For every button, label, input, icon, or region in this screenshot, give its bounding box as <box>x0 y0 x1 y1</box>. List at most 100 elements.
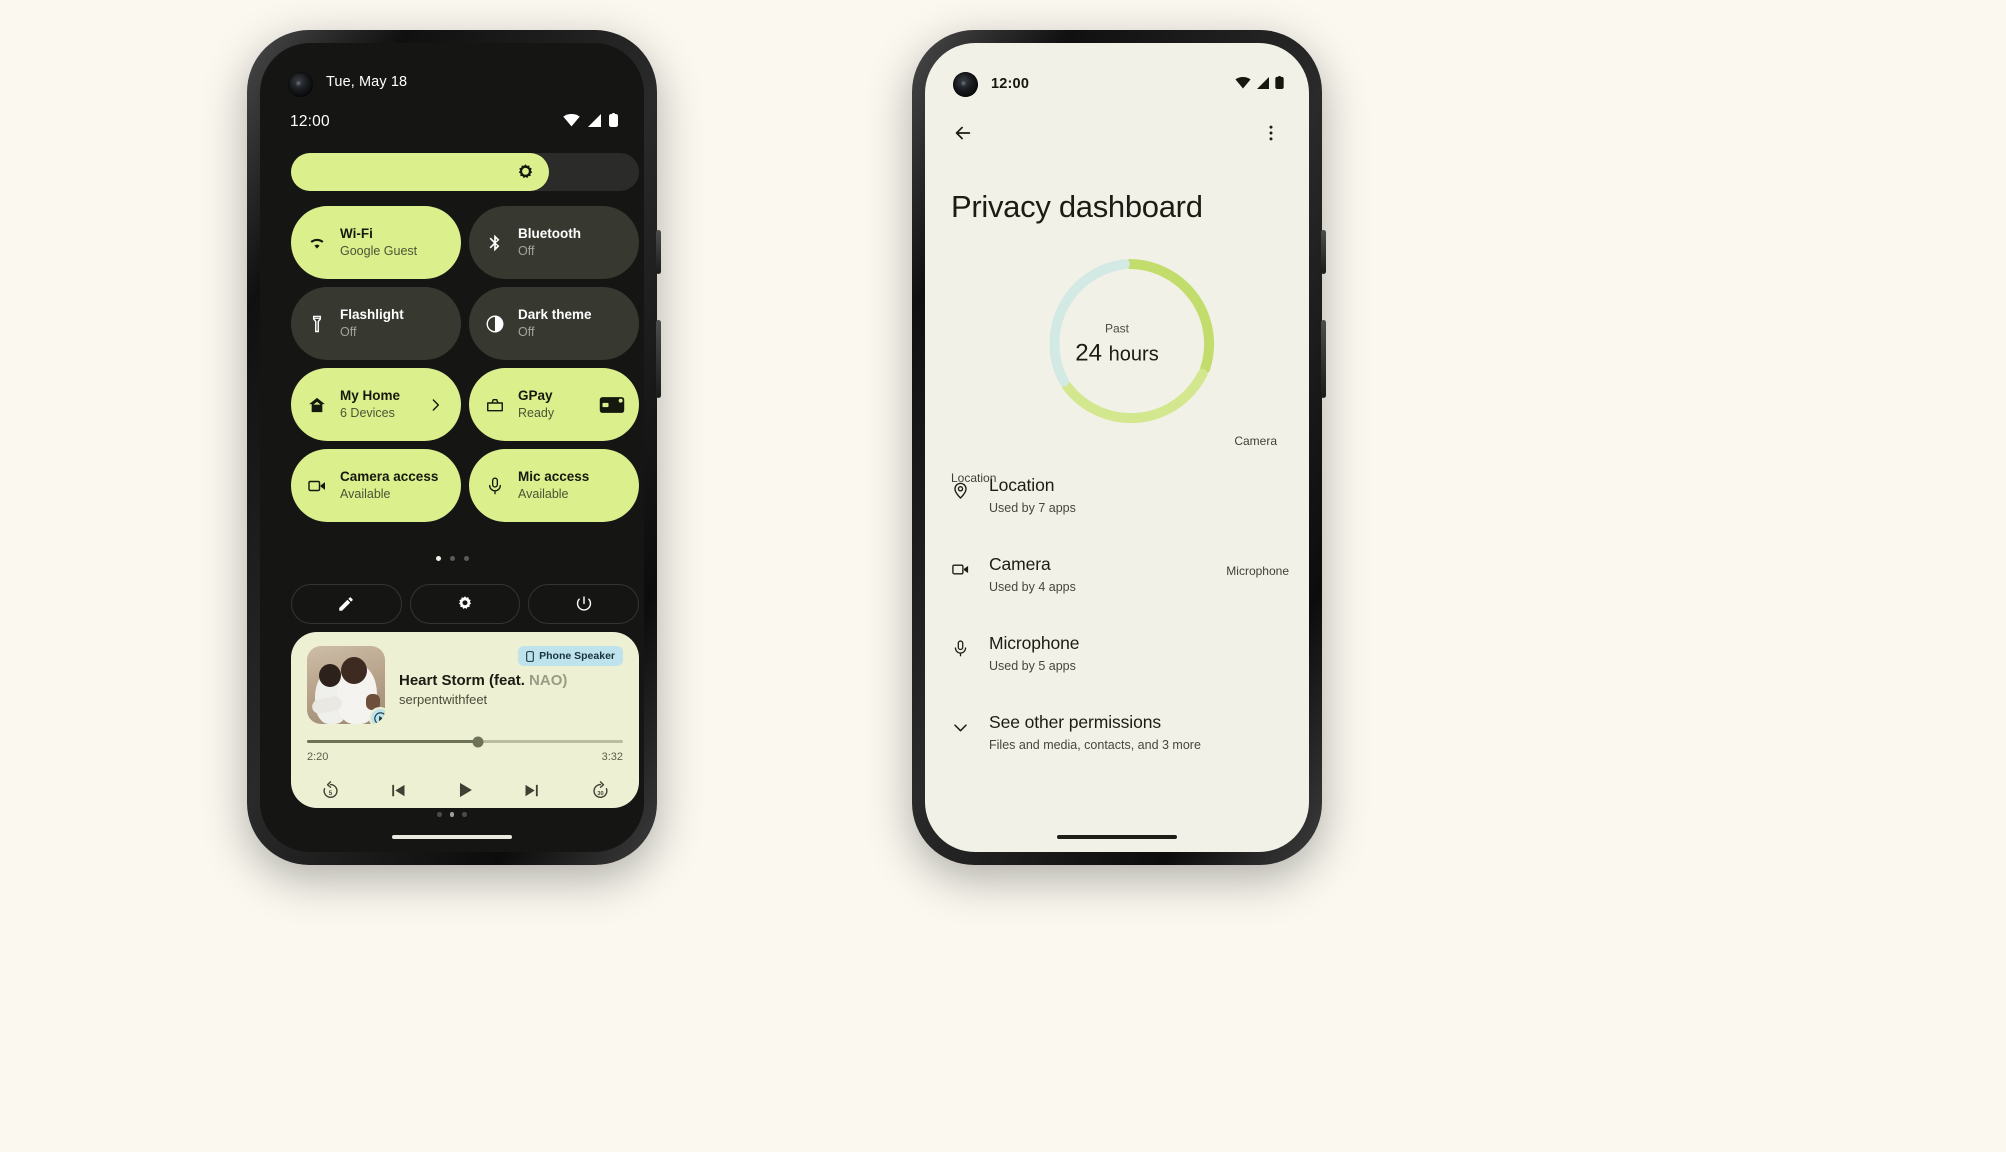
output-device-badge[interactable]: Phone Speaker <box>518 646 623 666</box>
tile-title: Wi-Fi <box>340 225 373 241</box>
media-elapsed-time: 2:20 <box>307 751 329 763</box>
app-bar <box>925 111 1309 155</box>
gear-icon <box>456 595 474 613</box>
front-camera-icon <box>288 72 313 97</box>
power-button[interactable] <box>528 584 640 624</box>
camera-video-icon <box>307 476 327 496</box>
media-seek-bar[interactable] <box>307 736 623 747</box>
tile-bluetooth[interactable]: Bluetooth Off <box>469 206 639 279</box>
status-system-icons <box>1235 76 1284 89</box>
power-side-button[interactable] <box>656 230 661 274</box>
pencil-icon <box>337 595 355 613</box>
privacy-usage-donut-chart: Past 24 hours Camera Location Microphone <box>925 239 1309 578</box>
edit-tiles-button[interactable] <box>291 584 402 624</box>
tile-title: Bluetooth <box>518 225 581 241</box>
permission-name: Location <box>989 475 1055 495</box>
rewind-5-button[interactable]: 5 <box>315 775 345 805</box>
media-duration-time: 3:32 <box>601 751 623 763</box>
tile-title: Camera access <box>340 468 439 484</box>
tile-camera-access[interactable]: Camera access Available <box>291 449 461 522</box>
tile-title: Mic access <box>518 468 590 484</box>
play-button[interactable] <box>450 775 480 805</box>
front-camera-icon <box>953 72 978 97</box>
quick-settings-footer <box>291 584 640 624</box>
page-title: Privacy dashboard <box>951 189 1203 224</box>
tile-subtitle: Available <box>340 486 391 501</box>
settings-button[interactable] <box>409 584 521 624</box>
permission-subtitle: Used by 7 apps <box>989 501 1076 515</box>
tile-mic-access[interactable]: Mic access Available <box>469 449 639 522</box>
right-screen: 12:00 Privacy dashboard Past 24 hours Ca… <box>925 43 1309 852</box>
media-seek-fill <box>307 740 478 743</box>
camera-video-icon <box>951 546 989 579</box>
wifi-icon <box>307 233 327 253</box>
media-page-dot[interactable] <box>437 812 442 817</box>
tile-title: Dark theme <box>518 306 592 322</box>
quick-settings-page-dots[interactable] <box>260 556 644 561</box>
album-art-head-left <box>319 664 341 687</box>
tile-subtitle: Off <box>340 324 357 339</box>
dark-theme-icon <box>485 314 505 334</box>
power-icon <box>575 595 593 613</box>
volume-side-button[interactable] <box>1321 320 1326 398</box>
permission-subtitle: Used by 5 apps <box>989 659 1076 673</box>
media-title-feat: NAO) <box>529 672 568 689</box>
permissions-list: Location Used by 7 apps Camera Used by 4… <box>925 467 1309 783</box>
left-status-bar: Tue, May 18 <box>260 43 644 97</box>
tile-flashlight[interactable]: Flashlight Off <box>291 287 461 360</box>
media-player-card[interactable]: Phone Speaker Heart Storm (feat. NAO) se… <box>291 632 639 808</box>
power-side-button[interactable] <box>1321 230 1326 274</box>
arrow-back-icon[interactable] <box>949 119 977 147</box>
permission-name: Camera <box>989 554 1051 574</box>
list-item-location[interactable]: Location Used by 7 apps <box>925 467 1309 546</box>
next-button[interactable] <box>518 775 548 805</box>
signal-status-icon <box>587 113 602 127</box>
tile-title: Flashlight <box>340 306 404 322</box>
tile-wifi[interactable]: Wi-Fi Google Guest <box>291 206 461 279</box>
play-circle-icon[interactable] <box>369 707 385 724</box>
chevron-down-icon[interactable] <box>951 704 989 737</box>
brightness-slider[interactable] <box>291 153 639 191</box>
media-seek-thumb[interactable] <box>472 736 484 747</box>
album-art-head-right <box>341 657 367 684</box>
tile-subtitle: Ready <box>518 405 555 420</box>
status-time: 12:00 <box>991 76 1030 92</box>
volume-side-button[interactable] <box>656 320 661 398</box>
media-artist: serpentwithfeet <box>399 692 488 707</box>
tile-subtitle: Off <box>518 324 535 339</box>
previous-button[interactable] <box>383 775 413 805</box>
media-page-dot[interactable] <box>449 812 455 817</box>
list-item-microphone[interactable]: Microphone Used by 5 apps <box>925 625 1309 704</box>
tile-subtitle: 6 Devices <box>340 405 395 420</box>
tile-subtitle: Off <box>518 243 535 258</box>
page-dot[interactable] <box>463 556 469 561</box>
list-item-camera[interactable]: Camera Used by 4 apps <box>925 546 1309 625</box>
tile-my-home[interactable]: My Home 6 Devices <box>291 368 461 441</box>
home-indicator[interactable] <box>1057 835 1177 839</box>
tile-title: GPay <box>518 387 553 403</box>
home-indicator[interactable] <box>392 835 512 839</box>
more-vert-icon[interactable] <box>1257 119 1285 147</box>
tile-subtitle: Google Guest <box>340 243 418 258</box>
status-time: 12:00 <box>290 113 330 130</box>
svg-text:30: 30 <box>597 790 603 796</box>
album-art <box>307 646 385 724</box>
donut-value: 24 hours <box>1075 341 1158 366</box>
wifi-status-icon <box>1235 76 1251 89</box>
page-dot[interactable] <box>435 556 441 561</box>
media-page-dots[interactable] <box>260 812 644 817</box>
media-page-dot[interactable] <box>462 812 467 817</box>
wallet-icon <box>485 395 505 415</box>
chevron-right-icon[interactable] <box>427 396 444 413</box>
signal-status-icon <box>1256 76 1270 89</box>
location-pin-icon <box>951 467 989 500</box>
tile-gpay[interactable]: GPay Ready <box>469 368 639 441</box>
list-item-see-other-permissions[interactable]: See other permissions Files and media, c… <box>925 704 1309 783</box>
credit-card-icon[interactable] <box>599 396 625 414</box>
media-title: Heart Storm (feat. NAO) <box>399 672 567 689</box>
donut-center-label: Past 24 hours <box>1075 323 1158 366</box>
tile-subtitle: Available <box>518 486 569 501</box>
forward-30-button[interactable]: 30 <box>585 775 615 805</box>
tile-dark-theme[interactable]: Dark theme Off <box>469 287 639 360</box>
page-dot[interactable] <box>449 556 455 561</box>
